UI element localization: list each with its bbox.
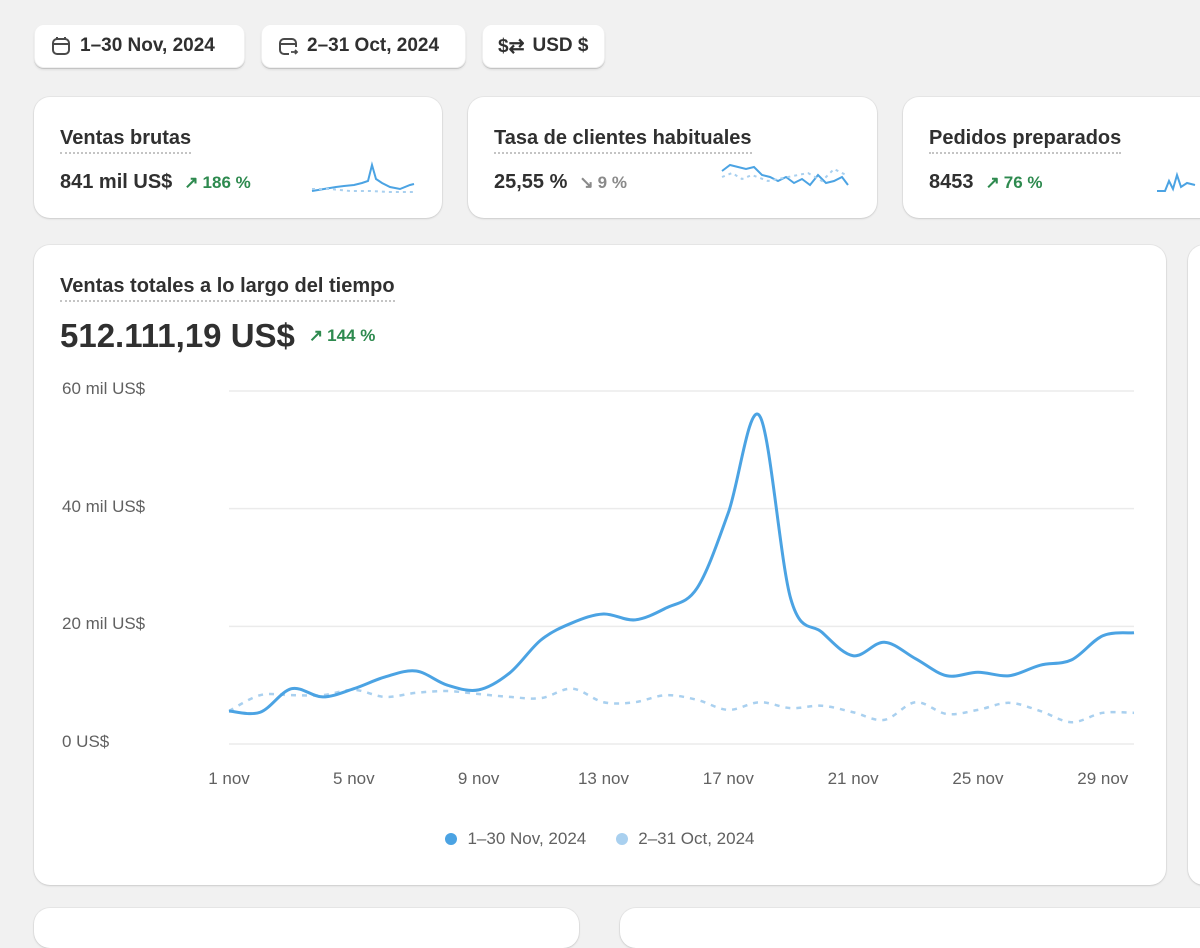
metric-card-returning-customer-rate[interactable]: Tasa de clientes habituales 25,55 % ↘ 9 %	[468, 97, 877, 218]
currency-label: USD $	[532, 35, 589, 56]
line-chart[interactable]	[34, 245, 1166, 885]
arrow-down-icon: ↘	[579, 172, 594, 192]
metric-value: 841 mil US$	[60, 171, 173, 193]
metric-value: 25,55 %	[494, 171, 568, 193]
partial-card-bottom-right	[620, 908, 1200, 948]
arrow-up-icon: ↗	[184, 172, 199, 192]
sparkline	[1157, 171, 1196, 192]
metric-title: Ventas brutas	[60, 127, 192, 154]
metric-value: 8453	[929, 171, 974, 193]
calendar-compare-icon	[279, 38, 299, 55]
metric-delta: 76 %	[1003, 172, 1043, 192]
legend-item-previous[interactable]: 2–31 Oct, 2024	[616, 829, 755, 849]
sparkline	[311, 161, 415, 193]
arrow-up-icon: ↗	[985, 172, 1000, 192]
calendar-icon	[52, 37, 70, 55]
series-line-current[interactable]	[228, 412, 1135, 716]
partial-card-right	[1188, 245, 1200, 885]
compare-range-button[interactable]: 2–31 Oct, 2024	[261, 24, 466, 68]
currency-exchange-icon: $⇄	[498, 35, 525, 57]
series-line-previous[interactable]	[228, 687, 1135, 724]
metric-card-fulfilled-orders[interactable]: Pedidos preparados 8453 ↗ 76 %	[903, 97, 1200, 218]
metric-title: Tasa de clientes habituales	[494, 127, 752, 154]
sparkline	[721, 163, 849, 187]
chart-legend: 1–30 Nov, 2024 2–31 Oct, 2024	[34, 829, 1166, 849]
legend-item-current[interactable]: 1–30 Nov, 2024	[445, 829, 586, 849]
metric-delta: 186 %	[202, 172, 251, 192]
date-range-button[interactable]: 1–30 Nov, 2024	[34, 24, 245, 68]
sales-over-time-card: Ventas totales a lo largo del tiempo 512…	[34, 245, 1166, 885]
currency-button[interactable]: $⇄ USD $	[482, 24, 605, 68]
partial-card-bottom-left	[34, 908, 579, 948]
metric-card-gross-sales[interactable]: Ventas brutas 841 mil US$ ↗ 186 %	[34, 97, 442, 218]
metric-delta: 9 %	[597, 172, 627, 192]
metric-title: Pedidos preparados	[929, 127, 1122, 154]
date-range-label: 1–30 Nov, 2024	[80, 35, 215, 56]
compare-range-label: 2–31 Oct, 2024	[307, 35, 440, 56]
